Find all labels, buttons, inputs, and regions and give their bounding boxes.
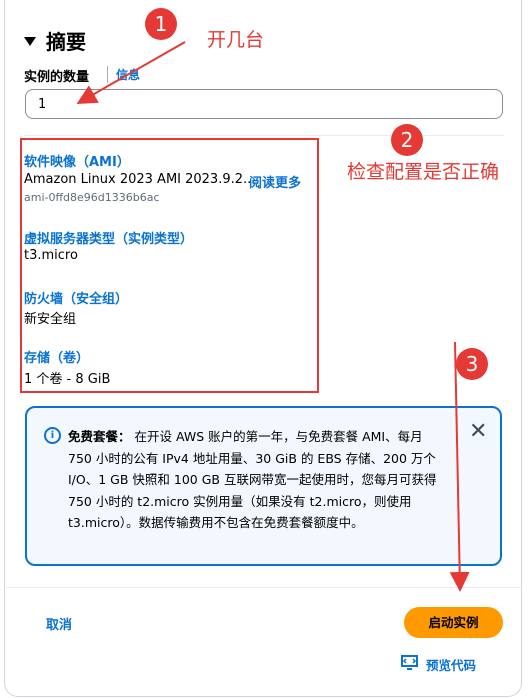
- annotation-arrow-1: [76, 41, 186, 104]
- annotation-arrow-3: [449, 341, 470, 592]
- annotation-arrows: [76, 41, 470, 592]
